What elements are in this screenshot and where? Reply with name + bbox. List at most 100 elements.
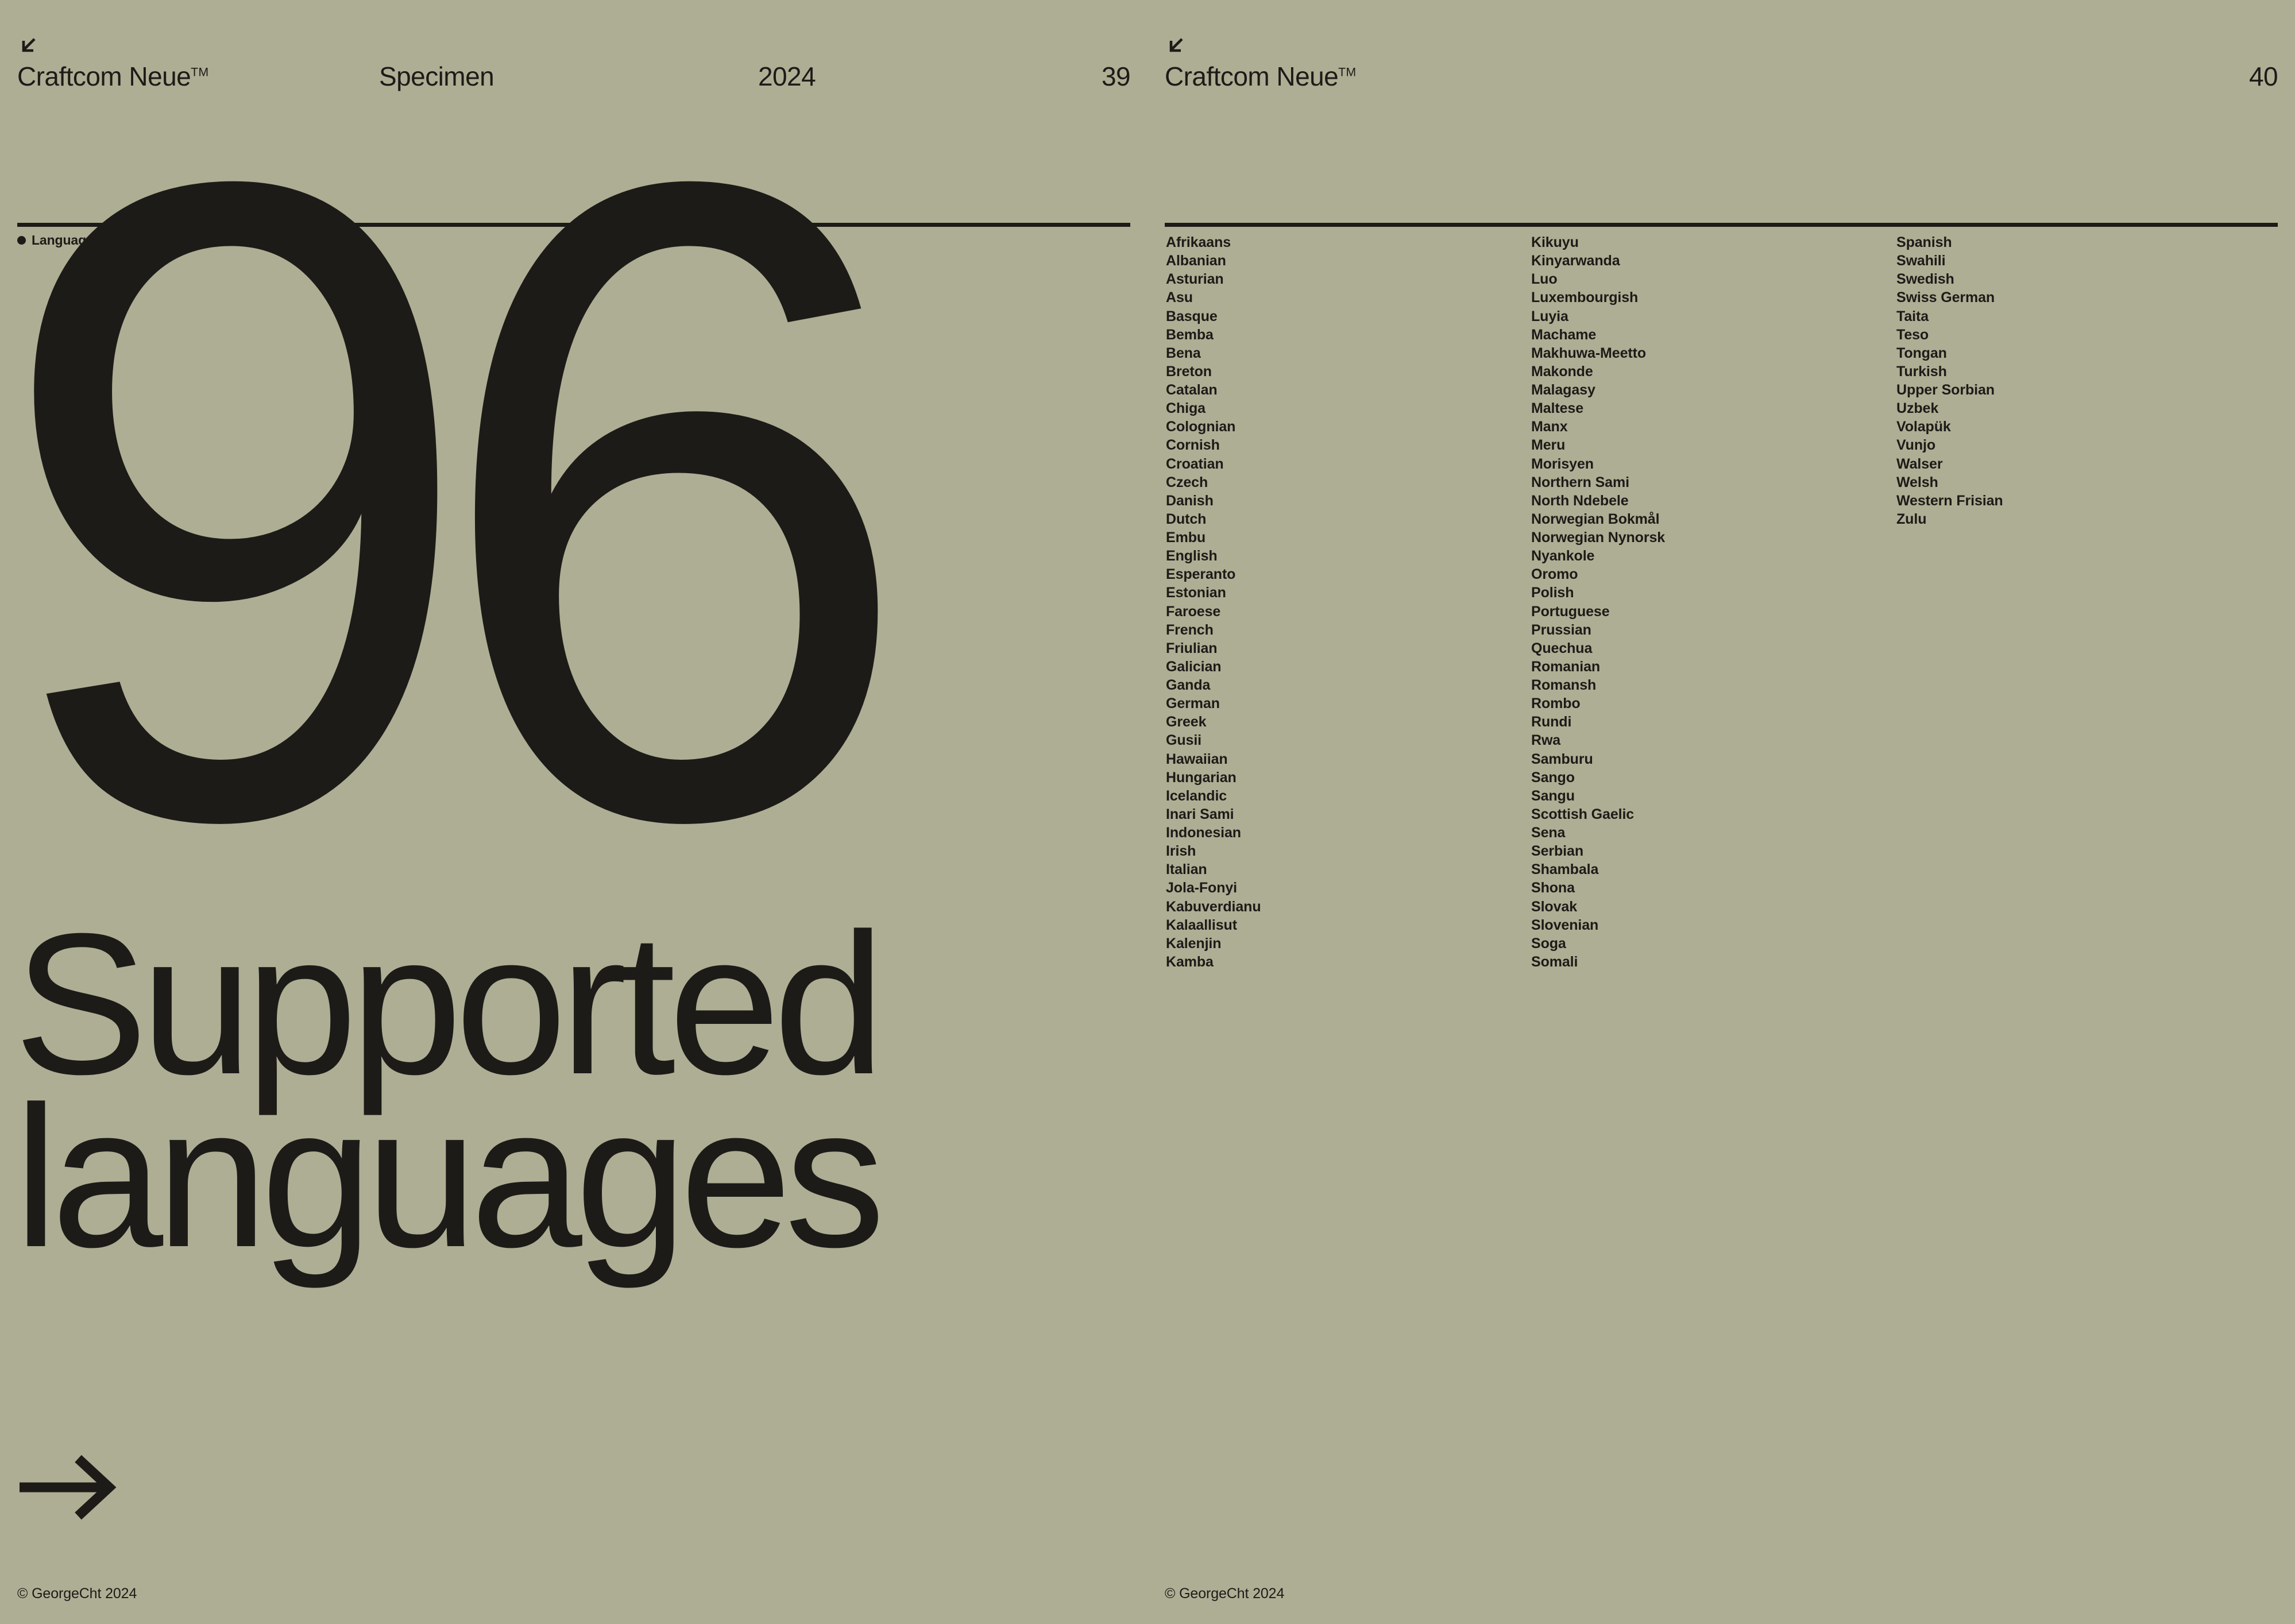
language-item: Galician [1166, 658, 1222, 675]
language-item: Czech [1166, 474, 1208, 490]
language-item: Rwa [1531, 732, 1561, 749]
page-number-right: 40 [2248, 61, 2278, 91]
copyright-left: © GeorgeCht 2024 [17, 1586, 137, 1602]
language-item: Meru [1531, 437, 1566, 454]
language-item: Estonian [1166, 585, 1226, 601]
language-item: Luyia [1531, 308, 1568, 324]
language-item: Croatian [1166, 455, 1224, 472]
language-item: Chiga [1166, 400, 1206, 417]
language-item: Kikuyu [1531, 234, 1579, 250]
language-item: Taita [1896, 308, 1929, 324]
arrow-right-icon[interactable] [17, 1453, 121, 1522]
language-column-2: Kikuyu Kinyarwanda Luo Luxembourgish Luyia Ma… [1531, 233, 1896, 971]
language-item: Serbian [1531, 843, 1583, 860]
language-item: Albanian [1166, 253, 1226, 269]
language-item: Breton [1166, 363, 1212, 380]
language-item: Italian [1166, 861, 1207, 878]
language-item: Malagasy [1531, 382, 1595, 398]
running-head-row-right: Craftcom NeueTM 40 [1165, 63, 2278, 103]
language-item: Turkish [1896, 363, 1947, 380]
language-item: Kalenjin [1166, 935, 1222, 952]
language-item: Zulu [1896, 511, 1927, 527]
language-item: Gusii [1166, 732, 1202, 749]
language-item: Teso [1896, 326, 1929, 343]
language-item: Afrikaans [1166, 234, 1231, 250]
language-item: German [1166, 695, 1220, 712]
trademark-mark: TM [1338, 65, 1357, 79]
language-item: Cornish [1166, 437, 1220, 454]
language-item: Dutch [1166, 511, 1207, 527]
language-item: Kabuverdianu [1166, 898, 1261, 915]
language-item: Icelandic [1166, 787, 1227, 804]
language-item: Swahili [1896, 253, 1946, 269]
language-item: Kamba [1166, 953, 1214, 970]
language-item: Upper Sorbian [1896, 382, 1995, 398]
language-list: Afrikaans Albanian Asturian Asu Basque Bemba B… [1166, 233, 2278, 971]
language-item: Sango [1531, 769, 1575, 786]
language-item: Manx [1531, 419, 1568, 435]
language-item: Norwegian Nynorsk [1531, 529, 1666, 546]
language-item: Prussian [1531, 621, 1591, 638]
language-item: Indonesian [1166, 825, 1241, 841]
language-item: Kalaallisut [1166, 917, 1237, 933]
language-item: Embu [1166, 529, 1206, 546]
language-column-3: Spanish Swahili Swedish Swiss German Taita Te… [1896, 233, 2003, 971]
language-item: Slovenian [1531, 917, 1599, 933]
language-item: Makhuwa-Meetto [1531, 345, 1647, 361]
language-item: Bemba [1166, 326, 1214, 343]
arrow-down-left-icon [1165, 34, 1191, 61]
header-divider-right [1165, 223, 2278, 227]
language-item: Luxembourgish [1531, 289, 1639, 306]
language-item: Spanish [1896, 234, 1952, 250]
language-item: Romanian [1531, 658, 1601, 675]
language-item: Colognian [1166, 419, 1236, 435]
language-item: Irish [1166, 843, 1196, 860]
page-right: Craftcom NeueTM 40 Afrikaans Albanian Astu… [1148, 0, 2295, 1624]
page-title-line-2: languages [14, 1065, 885, 1289]
language-item: Asu [1166, 289, 1193, 306]
brand-name-text: Craftcom Neue [1165, 61, 1339, 91]
language-item: Polish [1531, 585, 1574, 601]
language-item: Friulian [1166, 640, 1218, 656]
language-item: Western Frisian [1896, 492, 2003, 509]
language-item: Volapük [1896, 419, 1951, 435]
language-item: Inari Sami [1166, 806, 1234, 822]
language-item: Quechua [1531, 640, 1593, 656]
language-item: Kinyarwanda [1531, 253, 1620, 269]
language-item: Shona [1531, 880, 1575, 896]
language-item: Ganda [1166, 677, 1211, 693]
language-item: Uzbek [1896, 400, 1939, 417]
language-item: Machame [1531, 326, 1597, 343]
language-item: Welsh [1896, 474, 1938, 490]
language-item: Norwegian Bokmål [1531, 511, 1660, 527]
language-item: Oromo [1531, 566, 1578, 583]
page-title: Supported languages [14, 904, 885, 1289]
page-number-left: 39 [1101, 61, 1131, 91]
page-left: Craftcom NeueTM Specimen 2024 39 Languag… [0, 0, 1148, 1624]
copyright-right: © GeorgeCht 2024 [1165, 1586, 1285, 1602]
language-item: Northern Sami [1531, 474, 1629, 490]
language-item: Soga [1531, 935, 1566, 952]
language-item: Slovak [1531, 898, 1578, 915]
language-item: Rundi [1531, 714, 1572, 730]
language-item: Tongan [1896, 345, 1947, 361]
language-item: Rombo [1531, 695, 1581, 712]
language-item: Vunjo [1896, 437, 1936, 454]
language-item: Greek [1166, 714, 1207, 730]
language-item: Samburu [1531, 751, 1593, 767]
language-item: Asturian [1166, 271, 1224, 288]
language-item: Maltese [1531, 400, 1584, 417]
language-item: Sena [1531, 825, 1566, 841]
language-item: Faroese [1166, 603, 1221, 620]
language-item: Shambala [1531, 861, 1599, 878]
language-item: Somali [1531, 953, 1578, 970]
language-item: Esperanto [1166, 566, 1236, 583]
language-item: Morisyen [1531, 455, 1594, 472]
language-item: Hungarian [1166, 769, 1237, 786]
language-item: Catalan [1166, 382, 1218, 398]
big-number: 96 [0, 0, 916, 1008]
language-item: North Ndebele [1531, 492, 1629, 509]
language-item: Nyankole [1531, 548, 1595, 564]
language-item: Portuguese [1531, 603, 1610, 620]
brand-name: Craftcom NeueTM [1165, 63, 1357, 90]
